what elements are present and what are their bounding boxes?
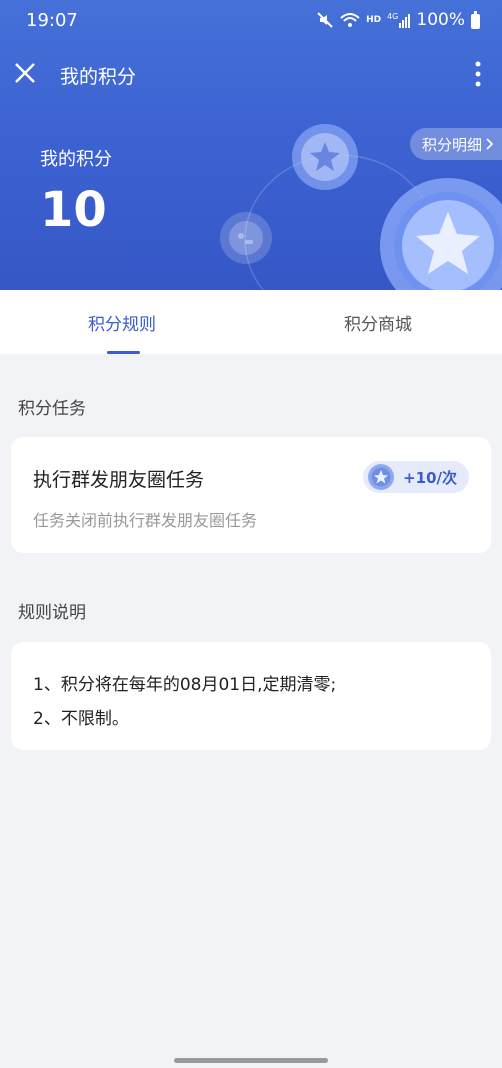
mute-icon <box>317 12 333 28</box>
status-time: 19:07 <box>26 10 78 31</box>
wifi-icon <box>340 13 360 27</box>
task-card[interactable]: 执行群发朋友圈任务 任务关闭前执行群发朋友圈任务 +10/次 <box>11 437 491 553</box>
reward-text: +10/次 <box>403 468 457 487</box>
rules-card: 1、积分将在每年的08月01日,定期清零; 2、不限制。 <box>11 642 491 750</box>
task-title: 执行群发朋友圈任务 <box>33 469 205 491</box>
active-tab-indicator <box>107 351 140 354</box>
hd-label: HD <box>366 15 382 25</box>
tasks-section-title: 积分任务 <box>18 399 86 419</box>
more-icon[interactable] <box>474 60 482 88</box>
rules-section-title: 规则说明 <box>18 603 86 623</box>
points-label: 我的积分 <box>40 149 112 170</box>
status-bar: 19:07 HD 4G 100% <box>0 0 502 44</box>
tab-bar: 积分规则 积分商城 <box>0 290 502 354</box>
rule-line: 1、积分将在每年的08月01日,定期清零; <box>33 675 337 695</box>
nav-bar: 我的积分 <box>0 52 502 96</box>
decor-coin-star-icon <box>292 124 358 190</box>
points-value: 10 <box>40 182 107 238</box>
points-detail-button[interactable]: 积分明细 <box>409 128 502 160</box>
tab-points-rules[interactable]: 积分规则 <box>88 310 156 335</box>
battery-icon <box>471 10 480 29</box>
rule-line: 2、不限制。 <box>33 709 129 729</box>
close-icon[interactable] <box>12 60 38 86</box>
battery-text: 100% <box>416 10 465 30</box>
decor-coin-large-icon <box>380 178 502 290</box>
points-detail-label: 积分明细 <box>421 135 482 154</box>
status-icons: HD 4G 100% <box>316 10 480 30</box>
chevron-right-icon <box>486 138 494 150</box>
home-indicator[interactable] <box>174 1058 328 1063</box>
star-coin-icon <box>368 464 395 490</box>
reward-badge: +10/次 <box>363 461 469 493</box>
signal-icon: 4G <box>387 12 411 28</box>
page-title: 我的积分 <box>60 66 137 88</box>
tab-points-mall[interactable]: 积分商城 <box>344 310 412 335</box>
points-header: 19:07 HD 4G 100% 我的积分 我的积分 10 积分明细 <box>0 0 502 290</box>
task-description: 任务关闭前执行群发朋友圈任务 <box>33 511 258 530</box>
